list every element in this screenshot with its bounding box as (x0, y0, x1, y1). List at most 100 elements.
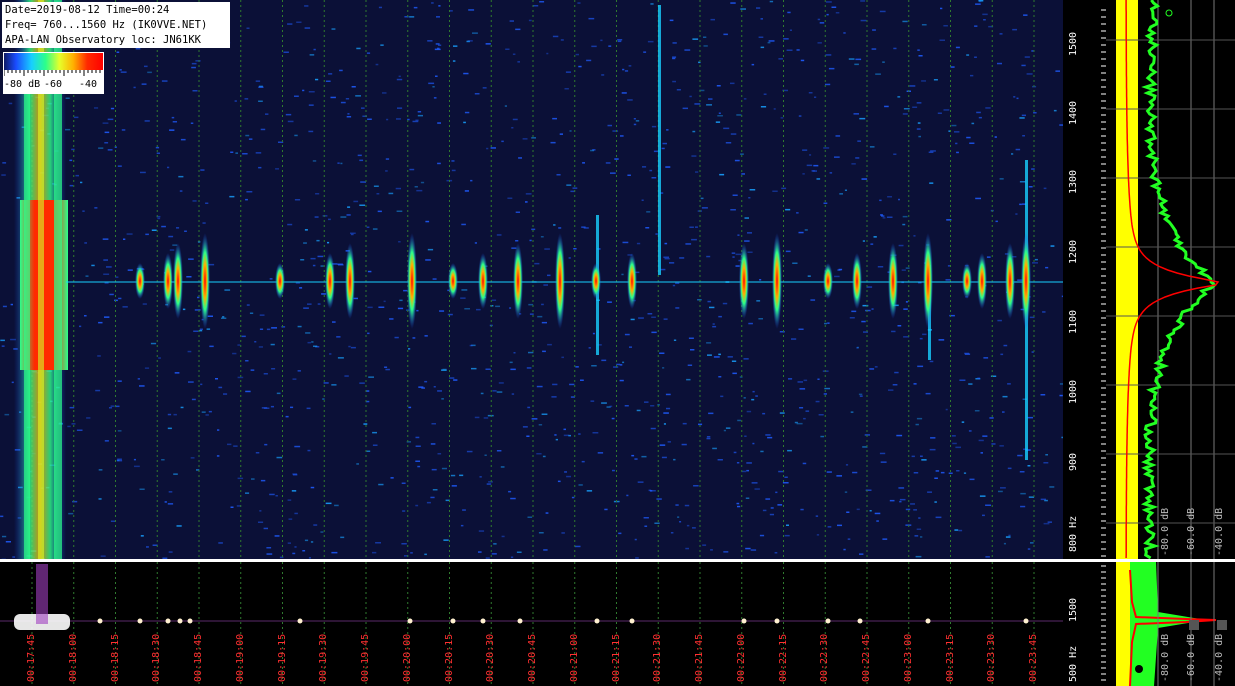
noise-dash (875, 73, 881, 75)
noise-dash (586, 59, 592, 62)
noise-dash (736, 114, 742, 116)
noise-dash (328, 73, 333, 75)
noise-dash (492, 390, 497, 392)
noise-dash (221, 317, 227, 319)
noise-dash (533, 5, 539, 7)
noise-dash (799, 388, 806, 390)
noise-dash (760, 46, 765, 49)
noise-dash (1008, 534, 1011, 537)
noise-dash (325, 502, 332, 505)
noise-dash (437, 453, 442, 455)
noise-dash (723, 127, 730, 130)
meteor-echo (448, 263, 458, 299)
noise-dash (409, 16, 415, 18)
noise-dash (852, 471, 858, 474)
noise-dash (608, 45, 612, 47)
noise-dash (484, 454, 487, 456)
noise-dash (320, 265, 324, 267)
noise-dash (760, 106, 767, 108)
noise-dash (922, 333, 927, 336)
noise-dash (315, 193, 320, 195)
noise-dash (531, 418, 538, 420)
noise-dash (575, 53, 579, 56)
noise-dash (740, 8, 746, 10)
noise-dash (824, 387, 830, 390)
noise-dash (372, 551, 377, 554)
noise-dash (547, 343, 552, 346)
noise-dash (233, 445, 238, 447)
noise-dash (310, 541, 314, 543)
noise-dash (433, 97, 437, 99)
noise-dash (292, 378, 297, 380)
noise-dash (767, 41, 771, 44)
noise-dash (591, 45, 597, 48)
noise-dash (378, 306, 385, 308)
noise-dash (796, 49, 800, 51)
noise-dash (304, 539, 309, 542)
noise-dash (913, 235, 916, 237)
noise-dash (366, 450, 371, 452)
noise-dash (961, 421, 965, 423)
noise-dash (415, 445, 421, 447)
noise-dash (168, 551, 173, 553)
noise-dash (541, 321, 547, 324)
noise-dash (1002, 411, 1005, 413)
noise-dash (431, 2, 434, 4)
noise-dash (297, 370, 301, 372)
noise-dash (174, 372, 180, 374)
noise-dash (607, 124, 612, 127)
noise-dash (378, 483, 384, 486)
noise-dash (251, 478, 255, 480)
noise-dash (1016, 97, 1019, 100)
noise-dash (331, 551, 338, 554)
noise-dash (673, 458, 676, 461)
noise-dash (310, 486, 315, 489)
scope-echo-dot (741, 618, 747, 624)
noise-dash (269, 493, 275, 496)
noise-dash (346, 214, 351, 216)
noise-dash (116, 51, 120, 53)
noise-dash (991, 443, 996, 445)
noise-dash (167, 166, 170, 169)
noise-dash (633, 123, 637, 126)
noise-dash (246, 191, 253, 193)
noise-dash (1, 174, 6, 176)
noise-dash (725, 427, 731, 429)
noise-dash (425, 220, 430, 223)
noise-dash (1000, 487, 1006, 489)
noise-dash (104, 131, 110, 134)
noise-dash (259, 328, 264, 330)
noise-dash (254, 341, 257, 343)
noise-dash (650, 490, 656, 492)
noise-dash (490, 147, 496, 149)
noise-dash (493, 543, 497, 545)
noise-dash (682, 107, 688, 110)
noise-dash (299, 287, 303, 289)
noise-dash (1, 345, 5, 347)
noise-dash (661, 456, 667, 459)
noise-dash (10, 303, 13, 306)
time-label: 00:18:45 (193, 633, 204, 682)
noise-dash (612, 130, 619, 132)
noise-dash (234, 100, 237, 102)
noise-dash (117, 459, 123, 462)
noise-dash (491, 299, 497, 301)
noise-dash (582, 162, 585, 164)
noise-dash (982, 435, 988, 437)
noise-dash (313, 345, 318, 347)
noise-dash (763, 93, 767, 95)
noise-dash (415, 504, 419, 507)
noise-dash (304, 27, 311, 29)
noise-dash (1028, 186, 1033, 188)
noise-dash (570, 190, 575, 193)
noise-dash (951, 124, 957, 127)
noise-dash (1013, 96, 1016, 98)
noise-dash (528, 351, 534, 354)
noise-dash (431, 468, 437, 471)
noise-dash (350, 233, 354, 236)
noise-dash (292, 552, 296, 555)
noise-dash (918, 135, 921, 138)
noise-dash (565, 71, 571, 73)
noise-dash (929, 182, 934, 184)
noise-dash (1045, 454, 1048, 456)
